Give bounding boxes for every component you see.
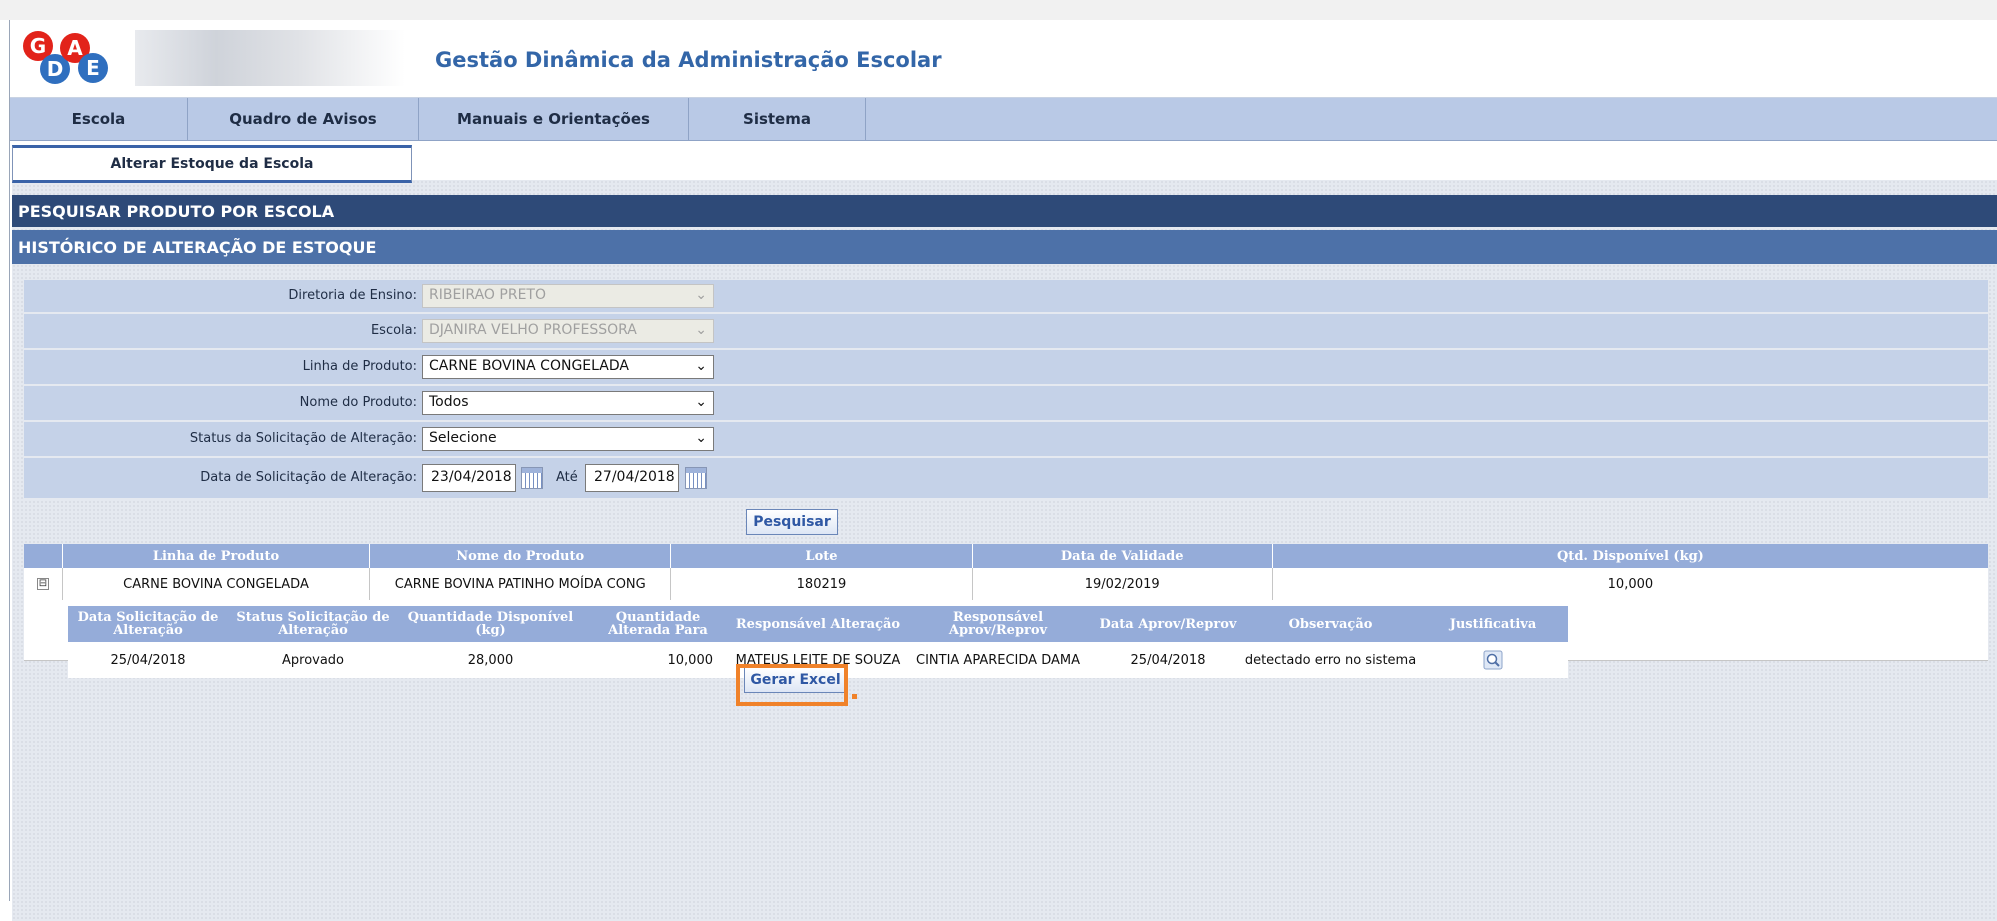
diretoria-value: RIBEIRAO PRETO [429, 287, 546, 303]
form-row-diretoria: Diretoria de Ensino: RIBEIRAO PRETO ⌄ [24, 280, 1988, 314]
tab-alterar-estoque[interactable]: Alterar Estoque da Escola [12, 145, 412, 183]
highlight-box [736, 664, 848, 706]
detail-cell-justificativa [1418, 642, 1568, 678]
sub-col-observacao: Observação [1288, 616, 1373, 632]
expander-column-header [24, 544, 63, 568]
table-row: ⊟ CARNE BOVINA CONGELADA CARNE BOVINA PA… [24, 568, 1988, 601]
date-to-label: Até [556, 470, 578, 485]
escola-label: Escola: [370, 323, 417, 338]
collapse-icon[interactable]: ⊟ [36, 578, 49, 590]
col-linha-produto: Linha de Produto [63, 544, 371, 568]
gdae-logo: G D A E [23, 31, 108, 84]
nav-item-escola[interactable]: Escola [10, 98, 188, 140]
pesquisar-button[interactable]: Pesquisar [746, 509, 838, 535]
status-label: Status da Solicitação de Alteração: [189, 431, 417, 446]
nav-item-sistema[interactable]: Sistema [689, 98, 866, 140]
linha-value: CARNE BOVINA CONGELADA [429, 358, 629, 374]
sub-col-justificativa: Justificativa [1449, 616, 1537, 632]
svg-text:D: D [47, 57, 64, 81]
linha-select[interactable]: CARNE BOVINA CONGELADA ⌄ [422, 355, 714, 379]
section-header-search: PESQUISAR PRODUTO POR ESCOLA [12, 195, 1997, 227]
date-to-input[interactable]: 27/04/2018 [585, 464, 679, 492]
status-value: Selecione [429, 430, 497, 446]
cell-qtd: 10,000 [1607, 576, 1654, 592]
app-frame: G D A E Gestão Dinâmica da Administração… [9, 20, 1997, 921]
form-row-status: Status da Solicitação de Alteração: Sele… [24, 422, 1988, 458]
svg-text:G: G [30, 34, 46, 58]
detail-cell-qtd-disp: 28,000 [467, 652, 514, 668]
status-select[interactable]: Selecione ⌄ [422, 427, 714, 451]
calendar-icon[interactable] [685, 467, 707, 489]
sub-col-data-aprov: Data Aprov/Reprov [1099, 616, 1237, 632]
escola-value: DJANIRA VELHO PROFESSORA [429, 322, 637, 338]
sub-col-qtd-disponivel: Quantidade Disponível (kg) [407, 610, 574, 638]
sub-col-status: Status Solicitação de Alteração [236, 610, 390, 638]
detail-cell-data-aprov: 25/04/2018 [1130, 652, 1206, 668]
cell-linha: CARNE BOVINA CONGELADA [63, 568, 371, 600]
cell-validade: 19/02/2019 [973, 568, 1273, 600]
nome-select[interactable]: Todos ⌄ [422, 391, 714, 415]
chevron-down-icon: ⌄ [695, 322, 707, 338]
page-title: Gestão Dinâmica da Administração Escolar [435, 48, 942, 72]
building-banner-image [135, 30, 405, 86]
sub-col-data-solicitacao: Data Solicitação de Alteração [77, 610, 219, 638]
nome-label: Nome do Produto: [299, 395, 417, 410]
cell-lote: 180219 [671, 568, 973, 600]
col-nome-produto: Nome do Produto [370, 544, 672, 568]
sub-col-responsavel: Responsável Alteração [735, 616, 901, 632]
header: G D A E Gestão Dinâmica da Administração… [10, 20, 1997, 98]
form-row-escola: Escola: DJANIRA VELHO PROFESSORA ⌄ [24, 314, 1988, 350]
nome-value: Todos [429, 394, 469, 410]
section-header-history: HISTÓRICO DE ALTERAÇÃO DE ESTOQUE [12, 230, 1997, 264]
form-row-data: Data de Solicitação de Alteração: 23/04/… [24, 458, 1988, 500]
detail-cell-observacao: detectado erro no sistema [1244, 652, 1417, 668]
detail-table-header: Data Solicitação de Alteração Status Sol… [68, 606, 1568, 642]
col-lote: Lote [671, 544, 973, 568]
sub-col-qtd-alterada: Quantidade Alterada Para [608, 610, 708, 638]
data-label: Data de Solicitação de Alteração: [200, 470, 417, 485]
svg-text:E: E [86, 56, 100, 80]
chevron-down-icon: ⌄ [695, 394, 707, 410]
detail-cell-responsavel-aprov: CINTIA APARECIDA DAMA [916, 652, 1080, 668]
calendar-icon[interactable] [521, 467, 543, 489]
detail-cell-qtd-alt: 10,000 [667, 652, 714, 668]
sub-col-responsavel-aprov: Responsável Aprov/Reprov [948, 610, 1048, 638]
form-row-linha: Linha de Produto: CARNE BOVINA CONGELADA… [24, 350, 1988, 386]
detail-cell-status: Aprovado [281, 652, 345, 668]
nav-item-manuais[interactable]: Manuais e Orientações [419, 98, 689, 140]
chevron-down-icon: ⌄ [695, 358, 707, 374]
detail-cell-data: 25/04/2018 [110, 652, 186, 668]
col-data-validade: Data de Validade [973, 544, 1273, 568]
cell-nome: CARNE BOVINA PATINHO MOÍDA CONG [370, 568, 672, 600]
top-strip [0, 0, 1997, 20]
chevron-down-icon: ⌄ [695, 430, 707, 446]
highlight-dot [852, 694, 857, 699]
escola-select[interactable]: DJANIRA VELHO PROFESSORA ⌄ [422, 319, 714, 343]
form-row-nome: Nome do Produto: Todos ⌄ [24, 386, 1988, 422]
diretoria-select[interactable]: RIBEIRAO PRETO ⌄ [422, 284, 714, 308]
diretoria-label: Diretoria de Ensino: [288, 288, 417, 303]
date-from-input[interactable]: 23/04/2018 [422, 464, 516, 492]
nav-item-quadro-de-avisos[interactable]: Quadro de Avisos [188, 98, 419, 140]
magnifier-icon[interactable] [1483, 650, 1503, 670]
results-table-header: Linha de Produto Nome do Produto Lote Da… [24, 544, 1988, 568]
main-nav: Escola Quadro de Avisos Manuais e Orient… [10, 98, 1997, 141]
col-qtd-disponivel: Qtd. Disponível (kg) [1556, 548, 1704, 564]
svg-text:A: A [67, 36, 83, 60]
row-expander-cell: ⊟ [24, 568, 63, 600]
chevron-down-icon: ⌄ [695, 287, 707, 303]
linha-label: Linha de Produto: [302, 359, 417, 374]
